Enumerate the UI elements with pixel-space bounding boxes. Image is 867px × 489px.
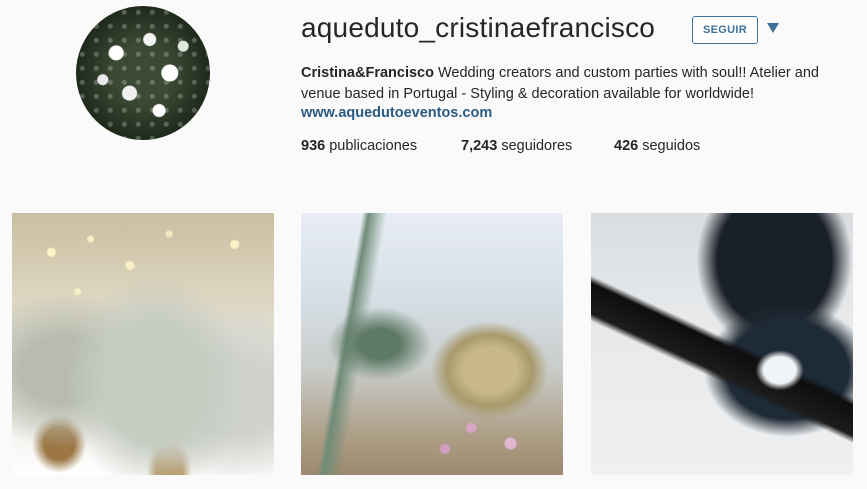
website-link[interactable]: www.aquedutoeventos.com [301, 105, 492, 121]
bio-name: Cristina&Francisco [301, 65, 434, 81]
profile-username: aqueduto_cristinaefrancisco [301, 12, 656, 43]
profile-avatar [76, 6, 210, 140]
post-thumbnail[interactable] [12, 213, 274, 475]
post-thumbnail[interactable] [591, 213, 853, 475]
following-count: 426 [614, 138, 639, 154]
following-label: seguidos [642, 138, 701, 154]
posts-count: 936 [301, 138, 326, 154]
followers-stat[interactable]: 7,243 seguidores [461, 138, 572, 154]
followers-label: seguidores [501, 138, 573, 154]
follow-button[interactable]: SEGUIR [692, 16, 758, 44]
post-thumbnail[interactable] [301, 213, 563, 475]
followers-count: 7,243 [461, 138, 498, 154]
posts-stat: 936 publicaciones [301, 138, 417, 154]
following-stat[interactable]: 426 seguidos [614, 138, 700, 154]
profile-bio: Cristina&Francisco Wedding creators and … [301, 63, 841, 105]
posts-label: publicaciones [329, 138, 418, 154]
chevron-down-icon[interactable] [767, 23, 779, 33]
